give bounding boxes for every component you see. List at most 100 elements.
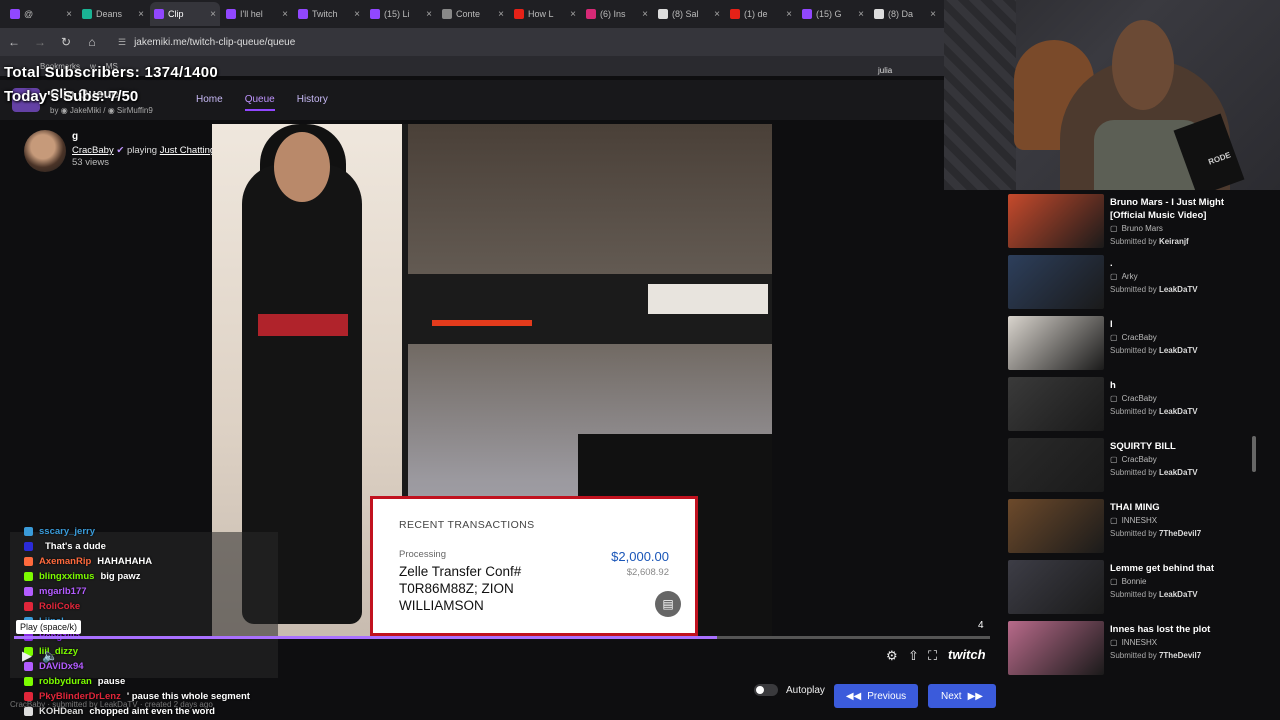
- queue-item-title: Bruno Mars - I Just Might [Official Musi…: [1110, 197, 1224, 221]
- today-subs-overlay: Today's Subs: 7/50: [4, 88, 139, 105]
- browser-tab[interactable]: (8) Da ×: [870, 2, 940, 26]
- browser-tab[interactable]: Conte ×: [438, 2, 508, 26]
- submitted-by-label: Submitted by: [1110, 651, 1157, 660]
- url-field[interactable]: ☰ jakemiki.me/twitch-clip-queue/queue: [118, 37, 295, 48]
- close-icon[interactable]: ×: [642, 9, 648, 20]
- author-link[interactable]: JakeMiki: [70, 106, 101, 115]
- submitted-by-label: Submitted by: [1110, 468, 1157, 477]
- close-icon[interactable]: ×: [786, 9, 792, 20]
- game-link[interactable]: Just Chatting: [160, 145, 215, 156]
- queue-thumbnail[interactable]: [1008, 499, 1104, 553]
- queue-scrollbar[interactable]: [1252, 436, 1256, 472]
- submitted-by-label: Submitted by: [1110, 346, 1157, 355]
- submitter-name: LeakDaTV: [1158, 468, 1198, 477]
- reload-icon[interactable]: ↻: [60, 35, 72, 49]
- author-link[interactable]: SirMuffin9: [117, 106, 153, 115]
- chat-message: DAViDx94: [24, 659, 284, 674]
- queue-item[interactable]: Innes has lost the plot ▢ INNESHX Submitted…: [1006, 619, 1266, 675]
- queue-thumbnail[interactable]: [1008, 438, 1104, 492]
- close-icon[interactable]: ×: [138, 9, 144, 20]
- tab-favicon-icon: [442, 9, 452, 19]
- queue-thumbnail[interactable]: [1008, 621, 1104, 675]
- close-icon[interactable]: ×: [426, 9, 432, 20]
- browser-tab[interactable]: (15) G ×: [798, 2, 868, 26]
- submitter-name: Keiranjf: [1158, 237, 1189, 246]
- close-icon[interactable]: ×: [210, 9, 216, 20]
- autoplay-toggle[interactable]: [754, 684, 778, 696]
- queue-item[interactable]: SQUIRTY BILL ▢ CracBaby Submitted by LeakDa…: [1006, 436, 1266, 492]
- chat-text: HAHAHAHA: [97, 556, 153, 567]
- queue-item[interactable]: l ▢ CracBaby Submitted by LeakDaTV: [1006, 314, 1266, 370]
- next-button[interactable]: Next ▶▶: [928, 684, 996, 708]
- previous-button[interactable]: ◀◀ Previous: [834, 684, 918, 708]
- browser-tab[interactable]: Twitch ×: [294, 2, 364, 26]
- share-icon[interactable]: ⇧: [908, 648, 919, 664]
- queue-item[interactable]: Lemme get behind that ▢ Bonnie Submitted by…: [1006, 558, 1266, 614]
- avatar[interactable]: [24, 130, 66, 172]
- browser-tab[interactable]: Deans ×: [78, 2, 148, 26]
- tab-favicon-icon: [226, 9, 236, 19]
- nav-home[interactable]: Home: [196, 94, 223, 111]
- queue-thumbnail[interactable]: [1008, 560, 1104, 614]
- queue-thumbnail[interactable]: [1008, 255, 1104, 309]
- queue-item-title: l: [1110, 319, 1113, 330]
- channel-name: INNESHX: [1121, 516, 1158, 525]
- queue-item[interactable]: Bruno Mars - I Just Might [Official Musi…: [1006, 192, 1266, 248]
- channel-icon: ▢: [1110, 333, 1118, 342]
- address-bar: ← → ↻ ⌂ ☰ jakemiki.me/twitch-clip-queue/…: [0, 28, 944, 56]
- queue-item[interactable]: . ▢ Arky Submitted by LeakDaTV: [1006, 253, 1266, 309]
- twitch-logo[interactable]: twitch: [948, 647, 986, 662]
- user-name[interactable]: julia: [878, 66, 892, 75]
- back-icon[interactable]: ←: [8, 35, 20, 49]
- settings-icon[interactable]: ⚙: [886, 648, 898, 664]
- close-icon[interactable]: ×: [354, 9, 360, 20]
- close-icon[interactable]: ×: [714, 9, 720, 20]
- channel-link[interactable]: CracBaby: [72, 145, 114, 156]
- nav-history[interactable]: History: [297, 94, 328, 111]
- autoplay-control[interactable]: Autoplay: [754, 684, 825, 696]
- fullscreen-icon[interactable]: ⛶: [928, 648, 937, 664]
- browser-tab[interactable]: (1) de ×: [726, 2, 796, 26]
- close-icon[interactable]: ×: [930, 9, 936, 20]
- browser-tab[interactable]: (8) Sal ×: [654, 2, 724, 26]
- close-icon[interactable]: ×: [498, 9, 504, 20]
- queue-item-title: Innes has lost the plot: [1110, 624, 1211, 635]
- chat-badge-icon: [24, 587, 33, 596]
- browser-tab[interactable]: Clip ×: [150, 2, 220, 26]
- browser-tab[interactable]: (6) Ins ×: [582, 2, 652, 26]
- browser-tab[interactable]: @ ×: [6, 2, 76, 26]
- channel-name: Arky: [1121, 272, 1138, 281]
- chat-badge-icon: [24, 542, 33, 551]
- home-icon[interactable]: ⌂: [86, 35, 98, 49]
- submitter-name: LeakDaTV: [1158, 285, 1198, 294]
- channel-name: Bonnie: [1121, 577, 1147, 586]
- video-bench: [648, 284, 768, 314]
- queue-item[interactable]: THAI MING ▢ INNESHX Submitted by 7TheDevil7: [1006, 497, 1266, 553]
- queue-item-channel: ▢ CracBaby: [1110, 394, 1157, 403]
- browser-tab[interactable]: I'll hel ×: [222, 2, 292, 26]
- chat-message: robbyduran pause: [24, 674, 284, 689]
- queue-item[interactable]: h ▢ CracBaby Submitted by LeakDaTV: [1006, 375, 1266, 431]
- volume-icon[interactable]: 🔈: [42, 648, 58, 664]
- queue-thumbnail[interactable]: [1008, 316, 1104, 370]
- close-icon[interactable]: ×: [282, 9, 288, 20]
- nav-queue[interactable]: Queue: [244, 94, 275, 111]
- github-icon: ◉: [60, 106, 68, 115]
- progress-bar[interactable]: [14, 636, 990, 639]
- queue-thumbnail[interactable]: [1008, 377, 1104, 431]
- close-icon[interactable]: ×: [858, 9, 864, 20]
- forward-icon[interactable]: →: [34, 35, 46, 49]
- queue-item-channel: ▢ CracBaby: [1110, 333, 1157, 342]
- site-info-icon[interactable]: ☰: [118, 37, 126, 48]
- browser-tab[interactable]: How L ×: [510, 2, 580, 26]
- submitted-by-label: Submitted by: [1110, 529, 1157, 538]
- chat-message: sscary_jerry: [24, 524, 284, 539]
- queue-thumbnail[interactable]: [1008, 194, 1104, 248]
- github-icon: ◉: [107, 106, 115, 115]
- close-icon[interactable]: ×: [570, 9, 576, 20]
- browser-tab[interactable]: (15) Li ×: [366, 2, 436, 26]
- play-icon[interactable]: ▶: [22, 648, 32, 664]
- tab-favicon-icon: [586, 9, 596, 19]
- queue-item-submitter: Submitted by 7TheDevil7: [1110, 529, 1201, 538]
- close-icon[interactable]: ×: [66, 9, 72, 20]
